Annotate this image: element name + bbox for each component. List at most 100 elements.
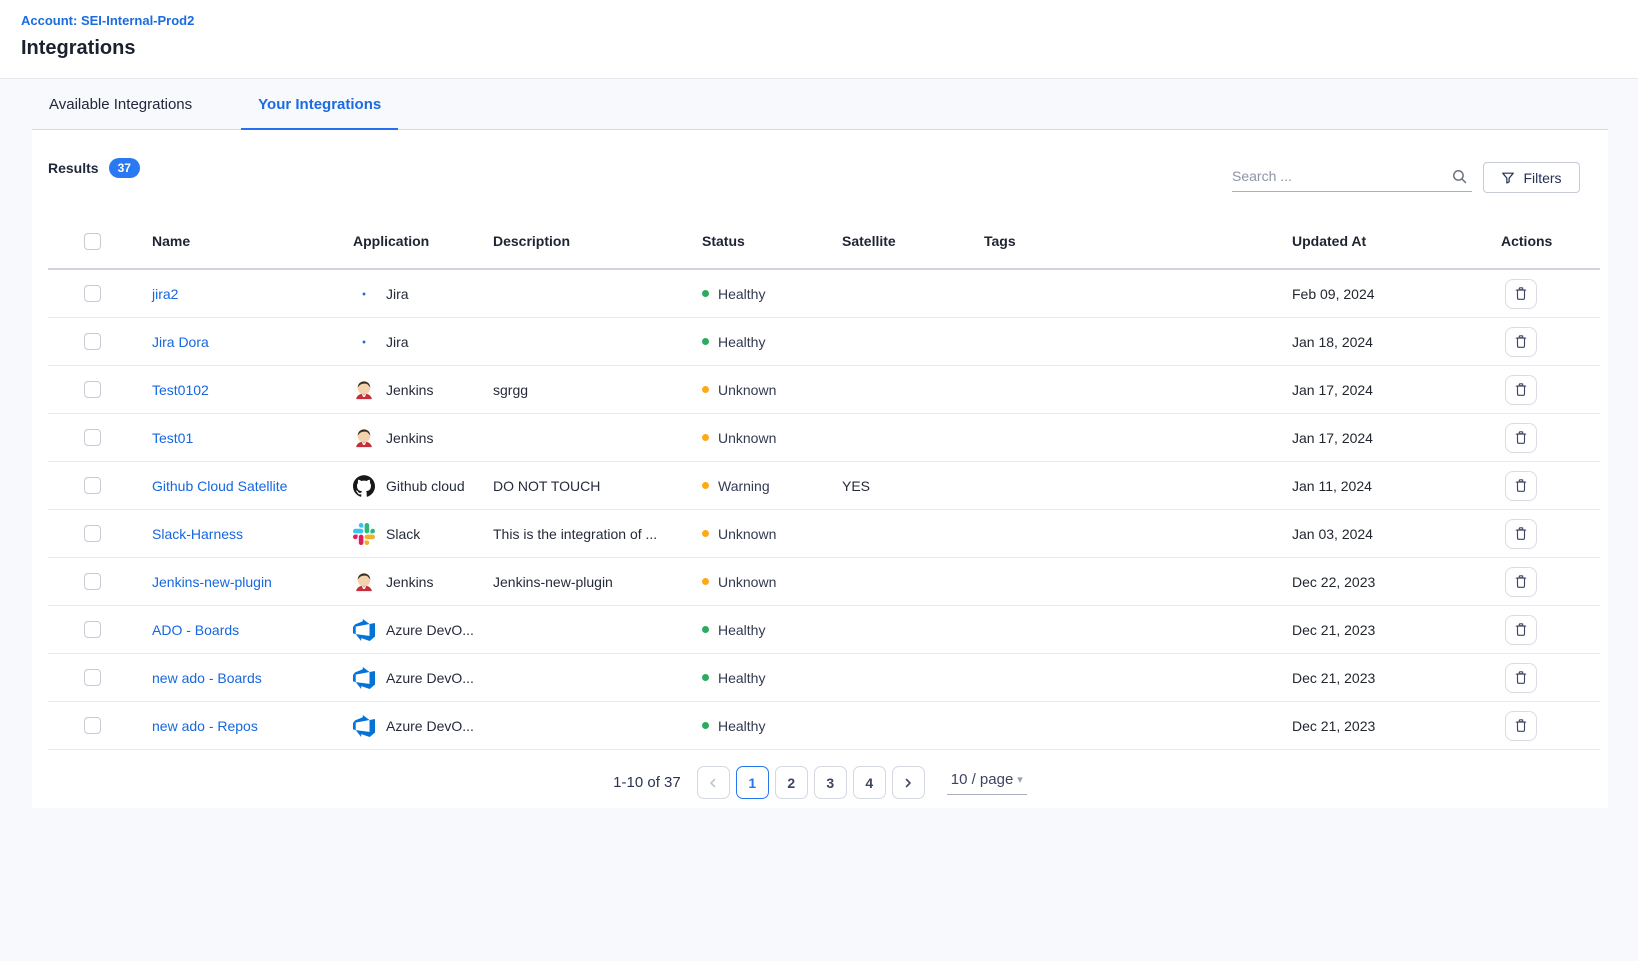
delete-integration-button[interactable]: [1505, 615, 1537, 645]
jenkins-icon: [353, 427, 375, 449]
integration-name-link[interactable]: Test0102: [152, 382, 353, 398]
delete-integration-button[interactable]: [1505, 423, 1537, 453]
row-checkbox[interactable]: [84, 525, 101, 542]
application-cell: Jenkins: [353, 571, 493, 593]
pagination: 1-10 of 37 1234 10 / page ▾: [32, 766, 1608, 799]
updated-at-cell: Jan 17, 2024: [1292, 382, 1501, 398]
delete-integration-button[interactable]: [1505, 375, 1537, 405]
row-checkbox[interactable]: [84, 333, 101, 350]
delete-integration-button[interactable]: [1505, 663, 1537, 693]
delete-integration-button[interactable]: [1505, 711, 1537, 741]
results-summary: Results 37: [48, 158, 140, 178]
integration-name-link[interactable]: Jira Dora: [152, 334, 353, 350]
integration-name-link[interactable]: Test01: [152, 430, 353, 446]
table-row: ADO - Boards Azure DevO... Healthy Dec 2…: [48, 606, 1600, 654]
description-cell: This is the integration of ...: [493, 526, 688, 542]
delete-integration-button[interactable]: [1505, 567, 1537, 597]
integrations-table: Name Application Description Status Sate…: [48, 214, 1600, 750]
page-size-select[interactable]: 10 / page ▾: [947, 771, 1027, 795]
column-header-tags: Tags: [984, 233, 1292, 249]
status-dot: [702, 482, 709, 489]
row-checkbox[interactable]: [84, 621, 101, 638]
status-cell: Unknown: [702, 382, 842, 398]
column-header-updated-at: Updated At: [1292, 233, 1501, 249]
trash-icon: [1514, 718, 1528, 733]
column-header-satellite: Satellite: [842, 233, 984, 249]
column-header-description: Description: [493, 233, 702, 249]
status-label: Healthy: [718, 286, 765, 302]
integration-name-link[interactable]: jira2: [152, 286, 353, 302]
filters-button[interactable]: Filters: [1483, 162, 1580, 193]
status-dot: [702, 578, 709, 585]
row-checkbox[interactable]: [84, 381, 101, 398]
funnel-icon: [1501, 171, 1515, 185]
application-cell: Github cloud: [353, 475, 493, 497]
application-label: Jenkins: [386, 382, 433, 398]
status-dot: [702, 434, 709, 441]
updated-at-cell: Dec 22, 2023: [1292, 574, 1501, 590]
delete-integration-button[interactable]: [1505, 327, 1537, 357]
pagination-page-3[interactable]: 3: [814, 766, 847, 799]
row-checkbox[interactable]: [84, 285, 101, 302]
chevron-down-icon: ▾: [1017, 773, 1023, 786]
select-all-checkbox[interactable]: [84, 233, 101, 250]
delete-integration-button[interactable]: [1505, 471, 1537, 501]
updated-at-cell: Jan 03, 2024: [1292, 526, 1501, 542]
table-row: new ado - Boards Azure DevO... Healthy D…: [48, 654, 1600, 702]
search-field[interactable]: [1232, 161, 1472, 192]
table-row: Jenkins-new-plugin Jenkins Jenkins-new-p…: [48, 558, 1600, 606]
trash-icon: [1514, 574, 1528, 589]
column-header-actions: Actions: [1501, 233, 1600, 249]
row-checkbox[interactable]: [84, 429, 101, 446]
status-dot: [702, 626, 709, 633]
status-dot: [702, 386, 709, 393]
integration-name-link[interactable]: ADO - Boards: [152, 622, 353, 638]
pagination-page-2[interactable]: 2: [775, 766, 808, 799]
slack-icon: [353, 523, 375, 545]
trash-icon: [1514, 334, 1528, 349]
row-checkbox[interactable]: [84, 669, 101, 686]
pagination-page-1[interactable]: 1: [736, 766, 769, 799]
pagination-page-4[interactable]: 4: [853, 766, 886, 799]
pagination-prev-button[interactable]: [697, 766, 730, 799]
application-label: Jenkins: [386, 430, 433, 446]
application-cell: Azure DevO...: [353, 619, 493, 641]
status-label: Healthy: [718, 622, 765, 638]
jenkins-icon: [353, 571, 375, 593]
status-cell: Unknown: [702, 574, 842, 590]
trash-icon: [1514, 622, 1528, 637]
azure-icon: [353, 667, 375, 689]
search-input[interactable]: [1232, 168, 1451, 184]
delete-integration-button[interactable]: [1505, 519, 1537, 549]
tab-your-integrations[interactable]: Your Integrations: [241, 80, 398, 130]
table-row: Slack-Harness Slack This is the integrat…: [48, 510, 1600, 558]
integration-name-link[interactable]: new ado - Repos: [152, 718, 353, 734]
delete-integration-button[interactable]: [1505, 279, 1537, 309]
pagination-range: 1-10 of 37: [613, 774, 681, 791]
pagination-next-button[interactable]: [892, 766, 925, 799]
application-cell: Jenkins: [353, 427, 493, 449]
status-label: Healthy: [718, 718, 765, 734]
account-link[interactable]: Account: SEI-Internal-Prod2: [21, 13, 1638, 28]
content-panel: Results 37 Filters Name Application Desc…: [32, 130, 1608, 808]
column-header-name: Name: [152, 233, 353, 249]
description-cell: sgrgg: [493, 382, 688, 398]
updated-at-cell: Jan 18, 2024: [1292, 334, 1501, 350]
status-label: Unknown: [718, 574, 776, 590]
integration-name-link[interactable]: new ado - Boards: [152, 670, 353, 686]
trash-icon: [1514, 478, 1528, 493]
integration-name-link[interactable]: Github Cloud Satellite: [152, 478, 353, 494]
integration-name-link[interactable]: Slack-Harness: [152, 526, 353, 542]
integration-name-link[interactable]: Jenkins-new-plugin: [152, 574, 353, 590]
jenkins-icon: [353, 379, 375, 401]
application-cell: Azure DevO...: [353, 715, 493, 737]
status-dot: [702, 674, 709, 681]
tab-available-integrations[interactable]: Available Integrations: [32, 80, 209, 130]
status-dot: [702, 338, 709, 345]
row-checkbox[interactable]: [84, 477, 101, 494]
row-checkbox[interactable]: [84, 717, 101, 734]
description-cell: DO NOT TOUCH: [493, 478, 688, 494]
application-label: Azure DevO...: [386, 670, 474, 686]
table-body: jira2 Jira Healthy Feb: [48, 270, 1600, 750]
row-checkbox[interactable]: [84, 573, 101, 590]
